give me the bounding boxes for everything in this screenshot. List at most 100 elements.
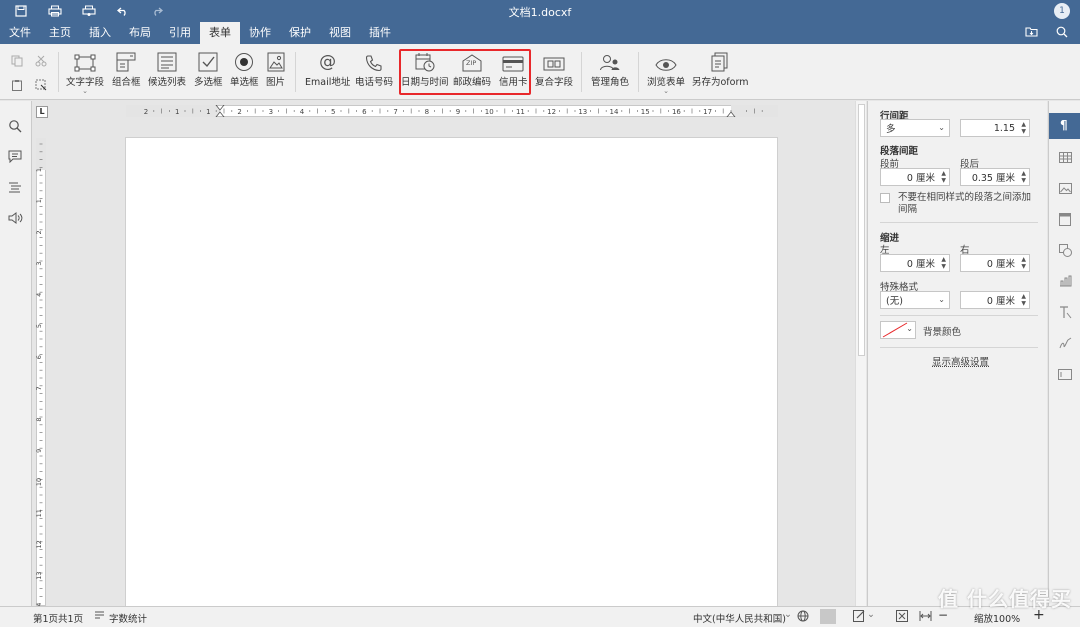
scrollbar-thumb[interactable] [858,104,865,356]
datetime-button[interactable]: 日期与时间 [401,50,449,88]
ruler-label: 7 [36,386,43,390]
combo-box-icon [116,50,136,72]
separator [58,52,59,92]
ruler-label: 8 [425,108,429,116]
document-page[interactable] [125,137,778,607]
background-color-picker[interactable]: ⌄ [880,321,916,339]
phone-button[interactable]: 电话号码 [355,50,393,88]
spinner-icon[interactable]: ▲ ▼ [1021,170,1026,184]
shape-settings-icon[interactable] [1057,242,1073,258]
ruler-label: 13 [36,571,43,579]
form-settings-icon[interactable] [1057,366,1073,382]
paste-icon[interactable] [9,77,25,93]
horizontal-ruler[interactable]: 2 1 1 2 3 4 5 6 7 8 9 10 11 12 13 14 15 16 17 [126,105,778,117]
track-changes-icon[interactable] [853,610,866,625]
ruler-label: 10 [36,478,43,486]
text-art-icon[interactable] [1057,304,1073,320]
ruler-label: 17 [703,108,712,116]
vertical-scrollbar[interactable] [855,101,866,606]
text-field-button[interactable]: 文字字段 ⌄ [66,50,104,95]
tab-stop-selector[interactable]: L [36,106,48,118]
special-format-amount-field[interactable]: 0 厘米 ▲ ▼ [960,291,1030,309]
spell-check-icon[interactable] [820,609,836,624]
image-settings-icon[interactable] [1057,180,1073,196]
tab-protection[interactable]: 保护 [280,22,320,44]
paragraph-settings-tab[interactable]: ¶ [1049,113,1080,139]
zip-code-button[interactable]: ZIP 邮政编码 [453,50,491,88]
radio-icon [234,50,254,72]
document-language[interactable]: 中文(中华人民共和国) [693,611,786,625]
combo-box-button[interactable]: 组合框 [112,50,141,88]
chart-settings-icon[interactable] [1057,273,1073,289]
ruler-label: 9 [456,108,460,116]
special-format-select[interactable]: (无) ⌄ [880,291,950,309]
tab-layout[interactable]: 布局 [120,22,160,44]
tab-view[interactable]: 视图 [320,22,360,44]
spacing-before-field[interactable]: 0 厘米 ▲ ▼ [880,168,950,186]
ruler-label: 15 [641,108,650,116]
ruler-label: 4 [36,293,43,297]
fit-width-icon[interactable] [919,610,932,625]
checkbox-icon [198,50,218,72]
tab-forms[interactable]: 表单 [200,22,240,44]
tab-insert[interactable]: 插入 [80,22,120,44]
tab-home[interactable]: 主页 [40,22,80,44]
zoom-level[interactable]: 缩放100% [974,611,1020,625]
image-button[interactable]: 图片 [266,50,285,88]
email-button[interactable]: @ Email地址 [305,50,350,88]
fit-page-icon[interactable] [896,610,908,625]
search-icon[interactable] [1056,26,1068,41]
left-sidebar [0,101,32,606]
navigation-icon[interactable] [8,181,24,197]
spinner-icon[interactable]: ▲ ▼ [941,170,946,184]
tab-file[interactable]: 文件 [0,22,40,44]
signature-icon[interactable] [1057,335,1073,351]
feedback-icon[interactable] [8,212,24,228]
user-avatar[interactable]: 1 [1054,3,1070,19]
view-form-button[interactable]: 浏览表单 ⌄ [647,50,685,95]
dropdown-list-button[interactable]: 候选列表 [148,50,186,88]
manage-roles-button[interactable]: 管理角色 [591,50,629,88]
indent-right-field[interactable]: 0 厘米 ▲ ▼ [960,254,1030,272]
divider [880,347,1038,348]
search-icon[interactable] [8,119,24,135]
tab-references[interactable]: 引用 [160,22,200,44]
page-info[interactable]: 第1页共1页 [33,611,83,625]
spacing-after-field[interactable]: 0.35 厘米 ▲ ▼ [960,168,1030,186]
paragraph-icon: ¶ [1060,118,1068,132]
globe-icon[interactable] [797,610,809,625]
ruler-label: 7 [393,108,397,116]
open-location-icon[interactable] [1025,26,1038,41]
word-count[interactable]: 字数统计 [109,611,147,625]
spinner-icon[interactable]: ▲ ▼ [1021,121,1026,135]
spinner-icon[interactable]: ▲ ▼ [1021,256,1026,270]
copy-icon[interactable] [9,53,25,69]
spinner-icon[interactable]: ▲ ▼ [941,256,946,270]
save-oform-button[interactable]: 另存为oform [692,50,748,88]
radio-button[interactable]: 单选框 [230,50,259,88]
checkbox-button[interactable]: 多选框 [194,50,223,88]
ruler-label: 5 [36,324,43,328]
ruler-label: 9 [36,449,43,453]
at-sign-icon: @ [319,52,337,72]
paragraph-spacing-label: 段落间距 [880,146,919,157]
line-spacing-value-field[interactable]: 1.15 ▲ ▼ [960,119,1030,137]
chevron-down-icon: ⌄ [906,324,913,333]
indent-left-field[interactable]: 0 厘米 ▲ ▼ [880,254,950,272]
comments-icon[interactable] [8,150,24,166]
spinner-icon[interactable]: ▲ ▼ [1021,293,1026,307]
tab-collaboration[interactable]: 协作 [240,22,280,44]
vertical-ruler[interactable]: 11234567891011121314 [36,138,46,606]
no-space-same-style-checkbox[interactable] [880,193,890,203]
line-spacing-mode-select[interactable]: 多 ⌄ [880,119,950,137]
complex-field-button[interactable]: 复合字段 [535,50,573,88]
credit-card-button[interactable]: 信用卡 [499,50,528,88]
advanced-settings-link[interactable]: 显示高级设置 [932,354,989,368]
paragraph-settings-panel: 行间距 多 ⌄ 1.15 ▲ ▼ 段落间距 段前 段后 0 厘米 ▲ ▼ 0.35 厘米 ▲… [867,101,1047,606]
cut-icon[interactable] [33,53,49,69]
header-footer-icon[interactable] [1057,211,1073,227]
select-all-icon[interactable] [33,77,49,93]
save-as-form-icon [710,50,730,72]
table-settings-icon[interactable] [1057,149,1073,165]
tab-plugins[interactable]: 插件 [360,22,400,44]
